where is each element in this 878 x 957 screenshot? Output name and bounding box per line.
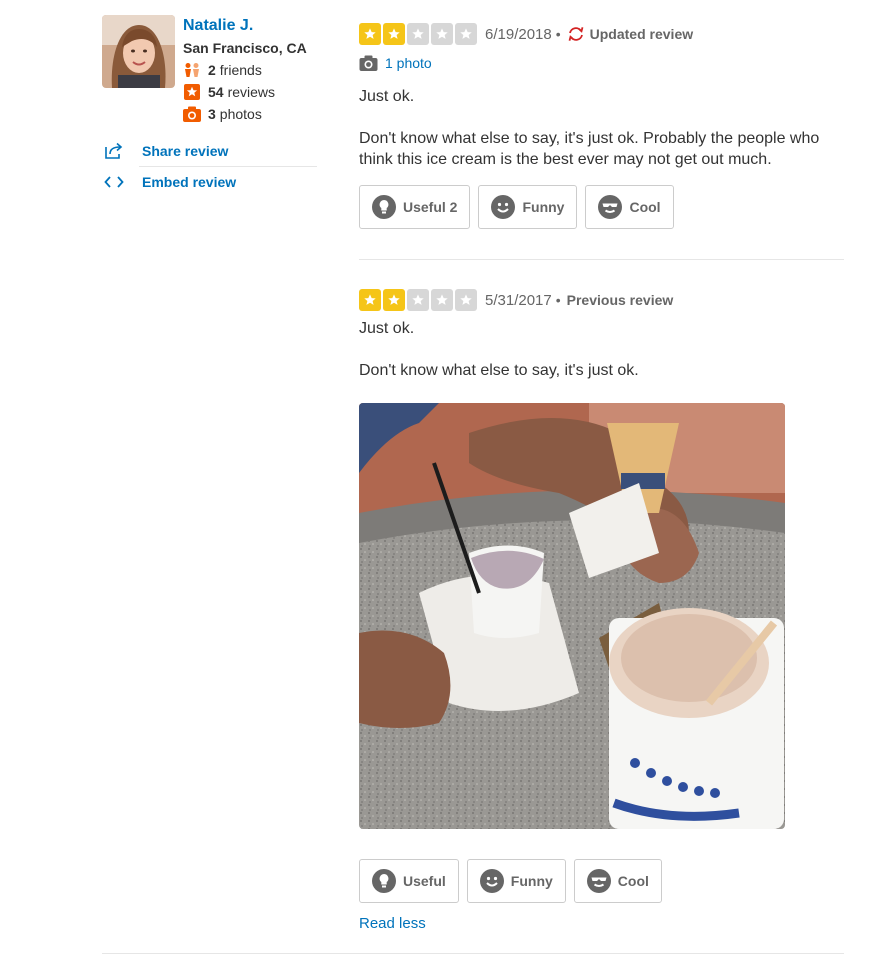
photos-label: photos: [219, 106, 262, 122]
review-current: 6/19/2018 • Updated review 1 photo Just …: [359, 23, 844, 229]
review-divider: [359, 259, 844, 260]
star-icon: [359, 23, 381, 45]
photo-count-label: 1 photo: [385, 55, 432, 71]
reviews-stat: 54 reviews: [183, 81, 323, 103]
funny-button[interactable]: Funny: [466, 859, 566, 903]
star-rating: [359, 23, 477, 45]
bottom-divider: [102, 953, 844, 954]
friends-icon: [183, 62, 201, 78]
useful-label: Useful: [403, 873, 446, 889]
sunglasses-face-icon: [586, 869, 611, 893]
lightbulb-icon: [372, 195, 396, 219]
user-avatar[interactable]: [102, 15, 175, 88]
lightbulb-icon: [372, 869, 396, 893]
star-icon: [359, 289, 381, 311]
review-actions: Share review Embed review: [102, 136, 317, 197]
share-review-label: Share review: [142, 143, 229, 159]
useful-label: Useful 2: [403, 199, 458, 215]
review-photo-count[interactable]: 1 photo: [359, 54, 844, 72]
review-photo[interactable]: [359, 403, 785, 829]
vote-buttons: Useful Funny Cool: [359, 859, 844, 903]
separator-dot: •: [555, 292, 561, 308]
cool-button[interactable]: Cool: [573, 859, 662, 903]
funny-label: Funny: [510, 873, 553, 889]
review-body-text: Don't know what else to say, it's just o…: [359, 130, 820, 168]
previous-review-tag: Previous review: [566, 292, 674, 308]
funny-label: Funny: [522, 199, 565, 215]
review-rating-row: 6/19/2018 • Updated review: [359, 23, 844, 45]
star-icon: [455, 23, 477, 45]
camera-icon: [183, 106, 201, 122]
reviews-count: 54: [208, 84, 224, 100]
useful-button[interactable]: Useful 2: [359, 185, 471, 229]
cool-label: Cool: [617, 873, 649, 889]
useful-button[interactable]: Useful: [359, 859, 459, 903]
camera-icon: [359, 55, 378, 71]
user-info: Natalie J. San Francisco, CA 2 friends 5…: [183, 15, 323, 125]
funny-button[interactable]: Funny: [478, 185, 578, 229]
cool-button[interactable]: Cool: [585, 185, 674, 229]
star-icon: [455, 289, 477, 311]
share-icon: [104, 142, 126, 160]
friends-label: friends: [219, 62, 262, 78]
vote-buttons: Useful 2 Funny Cool: [359, 185, 844, 229]
star-badge-icon: [183, 84, 201, 100]
smile-face-icon: [491, 195, 516, 219]
friends-stat: 2 friends: [183, 59, 323, 81]
reviews-label: reviews: [227, 84, 276, 100]
embed-review-link[interactable]: Embed review: [102, 167, 317, 197]
separator-dot: •: [555, 26, 561, 42]
star-icon: [383, 289, 405, 311]
review-title-text: Just ok.: [359, 88, 415, 105]
smile-face-icon: [479, 869, 504, 893]
review-title-text: Just ok.: [359, 320, 415, 337]
user-location: San Francisco, CA: [183, 40, 307, 56]
star-icon: [407, 289, 429, 311]
sunglasses-face-icon: [598, 195, 623, 219]
star-icon: [383, 23, 405, 45]
refresh-icon: [567, 26, 585, 42]
photos-stat: 3 photos: [183, 103, 323, 125]
star-rating: [359, 289, 477, 311]
cool-label: Cool: [629, 199, 661, 215]
friends-count: 2: [208, 62, 216, 78]
star-icon: [407, 23, 429, 45]
updated-review-tag: Updated review: [567, 26, 693, 42]
photos-count: 3: [208, 106, 216, 122]
user-name[interactable]: Natalie J.: [183, 16, 323, 36]
review-body-text: Don't know what else to say, it's just o…: [359, 362, 639, 379]
review-date: 6/19/2018: [485, 25, 552, 43]
review-date: 5/31/2017: [485, 291, 552, 309]
embed-review-label: Embed review: [142, 174, 237, 190]
review-rating-row: 5/31/2017 • Previous review: [359, 289, 844, 311]
read-less-link[interactable]: Read less: [359, 915, 426, 932]
code-brackets-icon: [104, 175, 126, 189]
updated-review-label: Updated review: [589, 26, 694, 42]
review-previous: 5/31/2017 • Previous review Just ok. Don…: [359, 289, 844, 933]
star-icon: [431, 23, 453, 45]
share-review-link[interactable]: Share review: [102, 136, 317, 166]
star-icon: [431, 289, 453, 311]
